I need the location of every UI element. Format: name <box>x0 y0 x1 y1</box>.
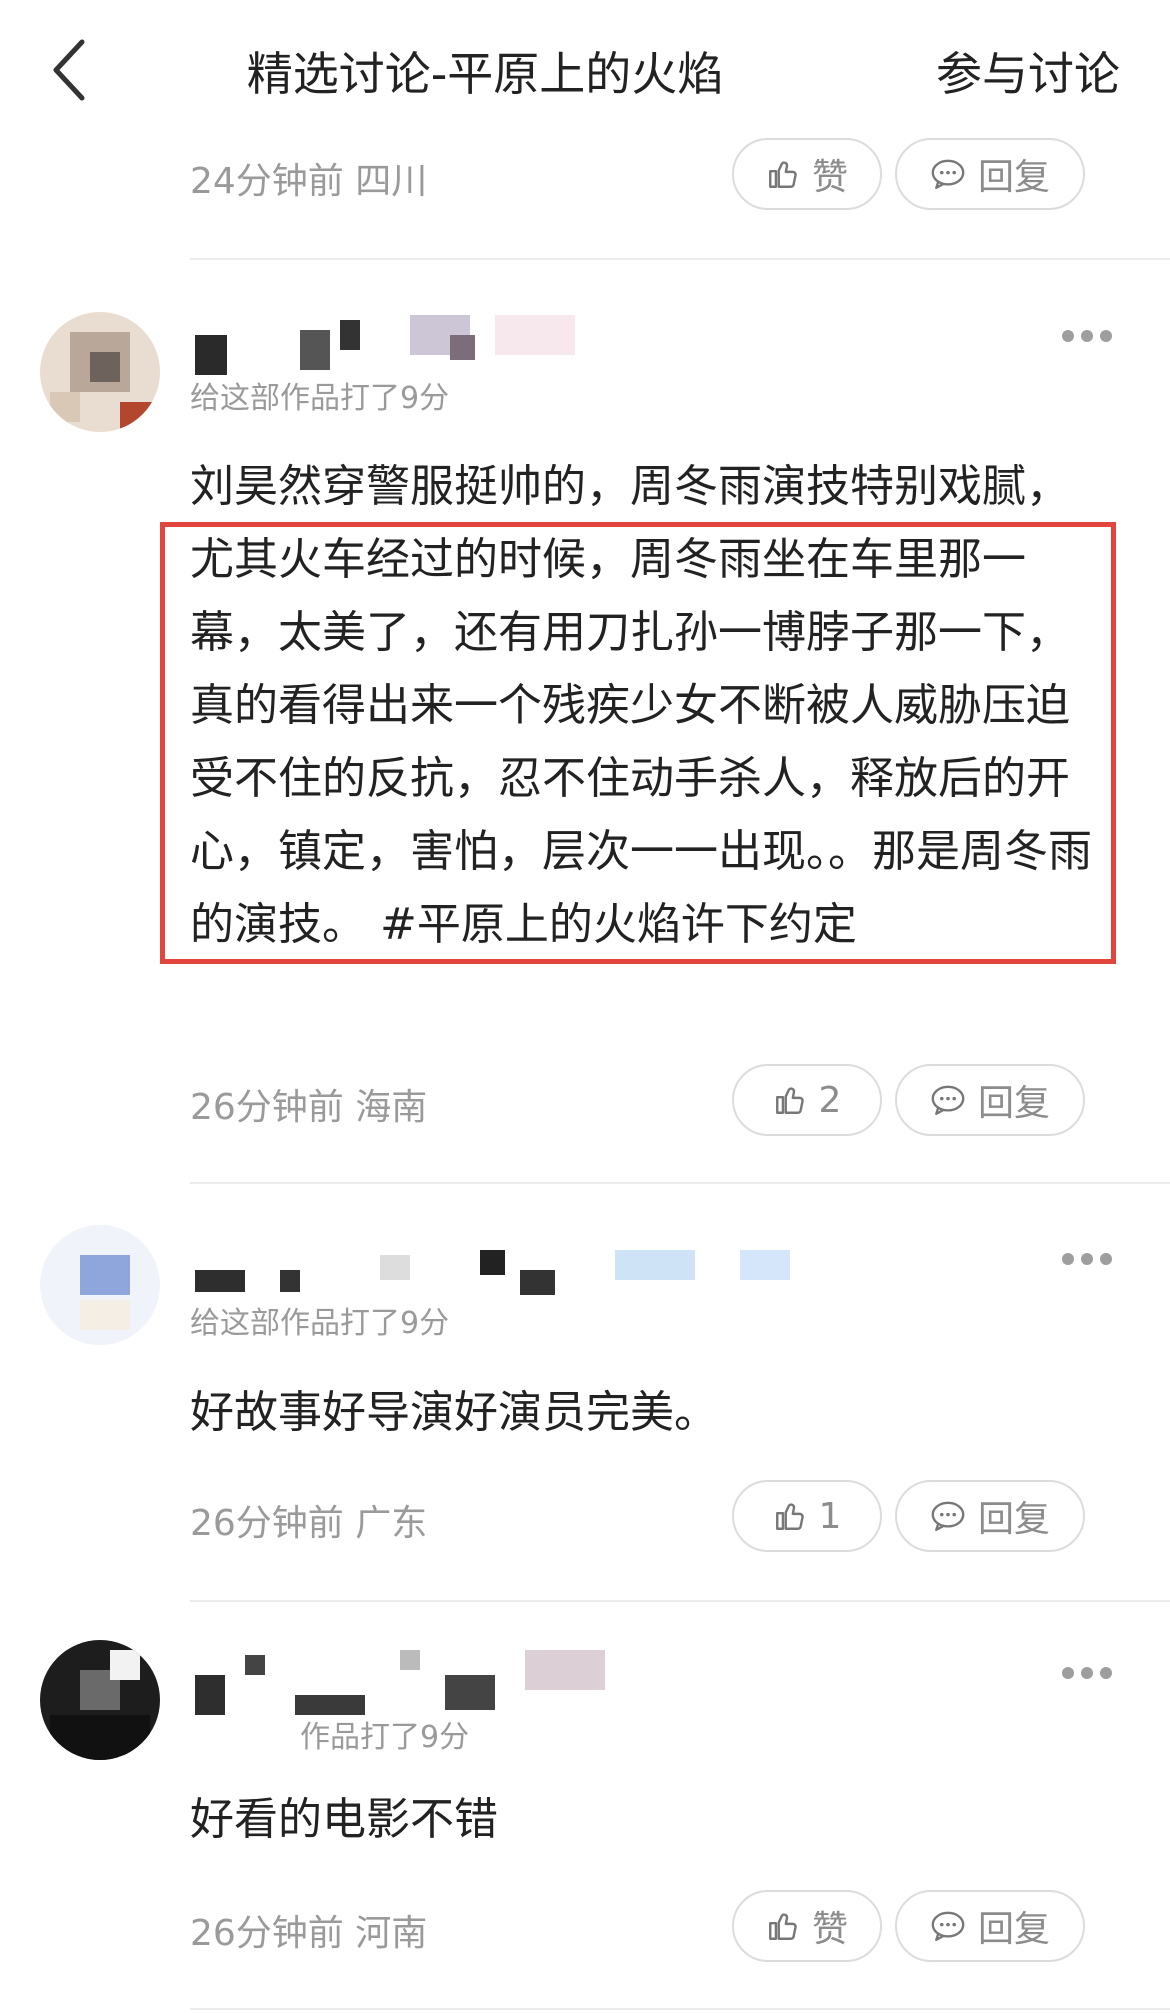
chat-bubble-icon <box>931 1085 965 1116</box>
chat-bubble-icon <box>931 1911 965 1942</box>
comment-text: 好故事好导演好演员完美。 <box>190 1387 718 1438</box>
rating-subline: 作品打了9分 <box>300 1720 470 1755</box>
more-button[interactable] <box>1062 1667 1112 1681</box>
back-button[interactable] <box>42 30 102 110</box>
reply-label: 回复 <box>977 157 1050 198</box>
comment-meta: 24分钟前 四川 <box>190 161 428 202</box>
thumbs-up-icon <box>775 1087 804 1114</box>
reply-button[interactable]: 回复 <box>895 1890 1085 1962</box>
avatar[interactable] <box>40 312 160 432</box>
rating-subline: 给这部作品打了9分 <box>190 1306 450 1341</box>
reply-label: 回复 <box>977 1909 1050 1950</box>
avatar[interactable] <box>40 1225 160 1345</box>
chat-bubble-icon <box>931 1501 965 1532</box>
reply-button[interactable]: 回复 <box>895 1480 1085 1552</box>
divider <box>190 258 1170 260</box>
comment-text: 好看的电影不错 <box>190 1794 498 1845</box>
comment-footer: 24分钟前 四川 赞 回复 <box>190 132 1130 212</box>
comment-meta: 26分钟前 广东 <box>190 1503 428 1544</box>
rating-subline: 给这部作品打了9分 <box>190 381 450 416</box>
like-button[interactable]: 赞 <box>732 1890 882 1962</box>
like-count: 1 <box>818 1495 842 1537</box>
chevron-left-icon <box>53 39 85 101</box>
reply-label: 回复 <box>977 1499 1050 1540</box>
thumbs-up-icon <box>769 1913 797 1940</box>
comment-footer: 26分钟前 河南 赞 回复 <box>190 1884 1130 1964</box>
comment-footer: 26分钟前 广东 1 回复 <box>190 1474 1130 1554</box>
divider <box>190 1600 1170 1602</box>
like-button[interactable]: 赞 <box>732 138 882 210</box>
thumbs-up-icon <box>769 161 797 188</box>
reply-button[interactable]: 回复 <box>895 1064 1085 1136</box>
username-blurred <box>195 1245 795 1305</box>
avatar[interactable] <box>40 1640 160 1760</box>
like-button[interactable]: 2 <box>732 1064 882 1136</box>
username-blurred <box>195 315 615 375</box>
comment-meta: 26分钟前 海南 <box>190 1087 428 1128</box>
comment-footer: 26分钟前 海南 2 回复 <box>190 1058 1130 1138</box>
reply-button[interactable]: 回复 <box>895 138 1085 210</box>
page-title: 精选讨论-平原上的火焰 <box>246 47 724 101</box>
chat-bubble-icon <box>931 159 965 190</box>
more-button[interactable] <box>1062 330 1112 344</box>
thumbs-up-icon <box>775 1503 804 1530</box>
divider <box>190 2008 1170 2010</box>
comment-meta: 26分钟前 河南 <box>190 1913 428 1954</box>
highlight-box <box>160 522 1116 964</box>
divider <box>190 1182 1170 1184</box>
more-button[interactable] <box>1062 1253 1112 1267</box>
like-button[interactable]: 1 <box>732 1480 882 1552</box>
username-blurred <box>195 1650 615 1715</box>
top-bar: 精选讨论-平原上的火焰 参与讨论 <box>0 0 1170 140</box>
like-count: 2 <box>818 1079 842 1121</box>
join-discussion-button[interactable]: 参与讨论 <box>936 38 1120 104</box>
like-label: 赞 <box>811 1909 848 1950</box>
like-label: 赞 <box>811 157 848 198</box>
reply-label: 回复 <box>977 1083 1050 1124</box>
